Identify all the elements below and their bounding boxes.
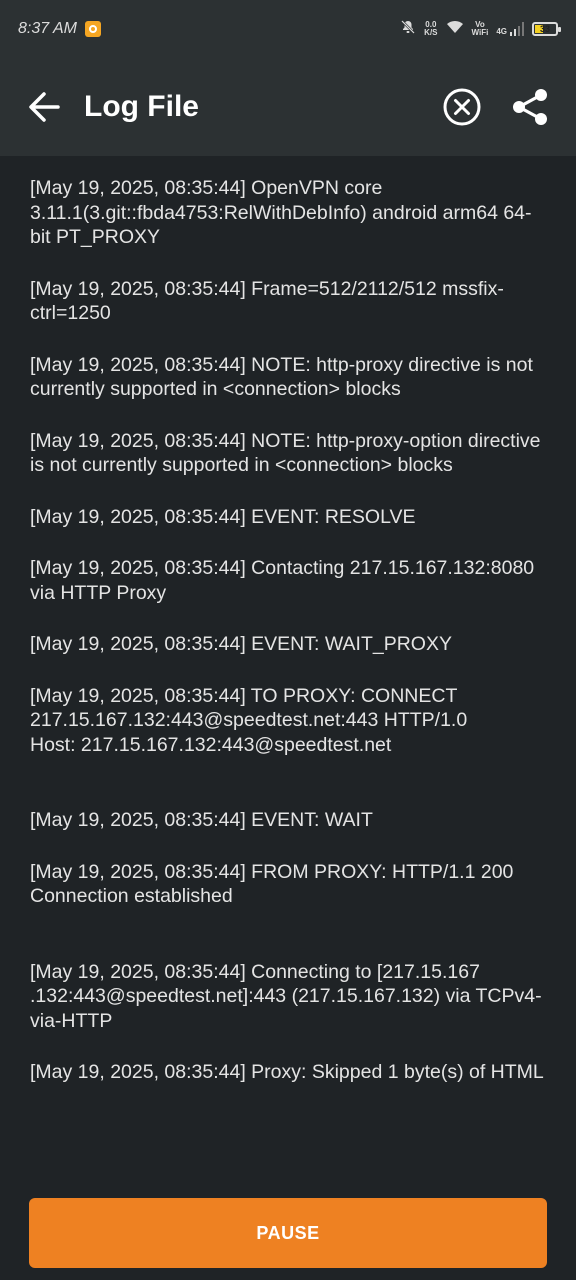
net-speed: 0.0 K/S [424,21,437,37]
log-entry: [May 19, 2025, 08:35:44] TO PROXY: CONNE… [30,684,468,756]
log-entry: [May 19, 2025, 08:35:44] EVENT: WAIT [30,809,373,831]
log-entry: [May 19, 2025, 08:35:44] EVENT: WAIT_PRO… [30,633,452,655]
battery-level: 33 [539,24,550,34]
back-button[interactable] [24,87,64,127]
log-list[interactable]: [May 19, 2025, 08:35:44] OpenVPN core 3.… [30,176,552,1112]
volte-bottom: WiFi [471,28,489,37]
net-speed-unit: K/S [424,28,438,37]
share-button[interactable] [508,85,552,129]
log-entry: [May 19, 2025, 08:35:44] FROM PROXY: HTT… [30,860,514,908]
battery-icon: 33 [532,22,561,36]
log-entry: [May 19, 2025, 08:35:44] NOTE: http-prox… [30,353,533,401]
status-bar: 8:37 AM 0.0 K/S Vo WiFi 4G 33 [0,0,576,58]
share-icon [513,89,547,125]
status-time: 8:37 AM [18,20,77,37]
clear-icon [443,88,481,126]
log-entry: [May 19, 2025, 08:35:44] EVENT: RESOLVE [30,505,416,528]
mute-icon [400,19,416,40]
network-type: 4G [496,27,507,36]
app-notification-icon [85,21,101,37]
clear-log-button[interactable] [440,85,484,129]
app-bar: Log File [0,58,576,156]
log-entry: [May 19, 2025, 08:35:44] Frame=512/2112/… [30,277,504,325]
log-entry: [May 19, 2025, 08:35:44] Proxy: Skipped … [30,1061,544,1083]
log-entry: [May 19, 2025, 08:35:44] OpenVPN core 3.… [30,177,532,248]
log-entry: [May 19, 2025, 08:35:44] NOTE: http-prox… [30,429,541,477]
log-entry: [May 19, 2025, 08:35:44] Connecting to [… [30,960,542,1032]
volte-indicator: Vo WiFi [472,21,489,37]
page-title: Log File [84,90,199,123]
wifi-icon [446,20,464,39]
pause-button[interactable]: PAUSE [29,1198,547,1268]
cell-signal-icon: 4G [496,22,524,36]
log-entry: [May 19, 2025, 08:35:44] Contacting 217.… [30,557,535,604]
back-arrow-icon [29,92,60,122]
